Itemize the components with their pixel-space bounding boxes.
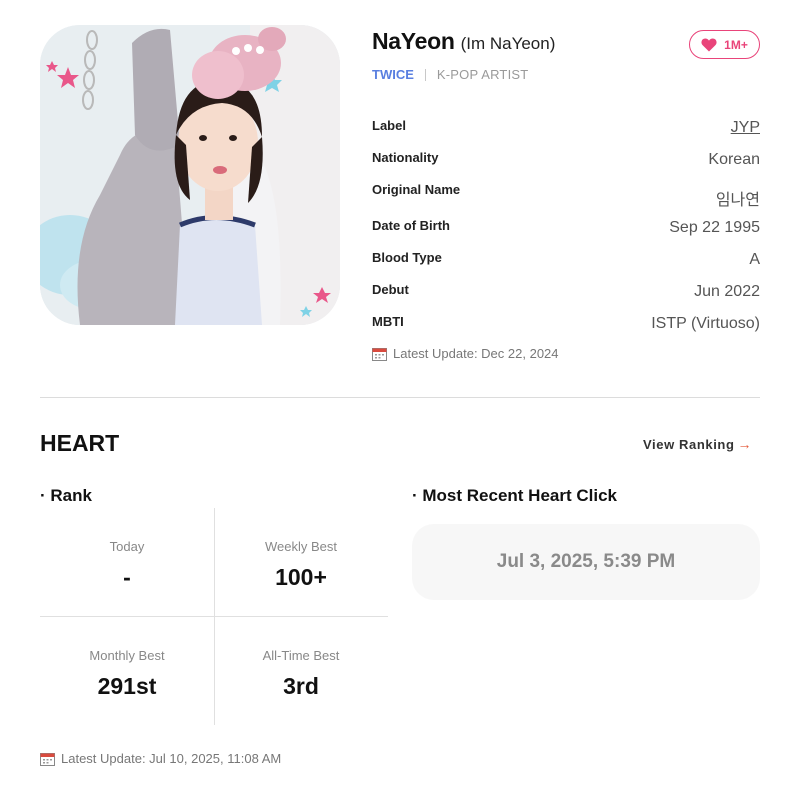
heart-section-title: HEART [40,430,120,456]
recent-click-title: · Most Recent Heart Click [412,486,617,505]
info-row-blood-type: Blood Type A [372,242,760,274]
rank-title: · Rank [40,486,92,505]
info-key: Date of Birth [372,218,450,233]
rank-label: Weekly Best [264,539,337,554]
artist-info-list: Label JYP Nationality Korean Original Na… [372,110,760,338]
rank-cell-weekly-best: Weekly Best 100+ [214,508,388,616]
artist-name: NaYeon [372,28,455,54]
view-ranking-link[interactable]: View Ranking → [643,436,752,452]
info-row-nationality: Nationality Korean [372,142,760,174]
info-value: Korean [708,151,760,168]
info-key: MBTI [372,314,404,329]
section-divider [40,397,760,398]
info-value: Jun 2022 [694,283,760,300]
rank-cell-all-time-best: All-Time Best 3rd [214,617,388,725]
rank-value: 3rd [283,673,319,699]
artist-type: K-POP ARTIST [436,67,529,82]
calendar-icon [40,752,55,766]
rank-label: Monthly Best [89,648,165,663]
info-value: A [749,251,760,268]
info-row-label: Label JYP [372,110,760,142]
rank-value: 100+ [275,564,327,590]
rank-value: - [123,564,131,590]
tag-divider [424,68,426,81]
arrow-right-icon: → [737,436,753,452]
rank-value: 291st [97,673,157,699]
info-key: Nationality [372,150,439,165]
info-value: ISTP (Virtuoso) [651,315,760,332]
heart-latest-update: Latest Update: Jul 10, 2025, 11:08 AM [40,751,281,766]
info-key: Label [372,118,406,133]
artist-photo [40,25,340,325]
rank-cell-today: Today - [40,508,214,616]
calendar-icon [372,347,387,361]
info-row-date-of-birth: Date of Birth Sep 22 1995 [372,210,760,242]
info-row-mbti: MBTI ISTP (Virtuoso) [372,306,760,338]
rank-label: All-Time Best [262,648,340,663]
rank-grid: Today - Weekly Best 100+ Monthly Best 29… [40,508,388,725]
profile-latest-update: Latest Update: Dec 22, 2024 [372,346,559,361]
info-key: Debut [372,282,409,297]
heart-update-text: Latest Update: Jul 10, 2025, 11:08 AM [61,751,282,766]
view-ranking-label: View Ranking [643,436,735,452]
info-value: Sep 22 1995 [669,219,760,236]
info-row-original-name: Original Name 임나연 [372,174,760,210]
artist-real-name: (Im NaYeon) [460,34,556,53]
profile-update-text: Latest Update: Dec 22, 2024 [393,346,559,361]
label-link[interactable]: JYP [731,119,760,137]
heart-icon [701,38,717,51]
artist-name-row: NaYeon (Im NaYeon) [372,28,555,55]
group-link[interactable]: TWICE [372,67,414,82]
rank-label: Today [109,539,145,554]
recent-click-time: Jul 3, 2025, 5:39 PM [412,524,760,600]
heart-button[interactable]: 1M+ [689,30,760,59]
info-key: Original Name [372,182,461,197]
info-row-debut: Debut Jun 2022 [372,274,760,306]
rank-cell-monthly-best: Monthly Best 291st [40,617,214,725]
info-value: 임나연 [715,192,760,209]
info-key: Blood Type [372,250,442,265]
heart-count: 1M+ [724,37,748,52]
artist-tags: TWICE K-POP ARTIST [372,67,528,82]
